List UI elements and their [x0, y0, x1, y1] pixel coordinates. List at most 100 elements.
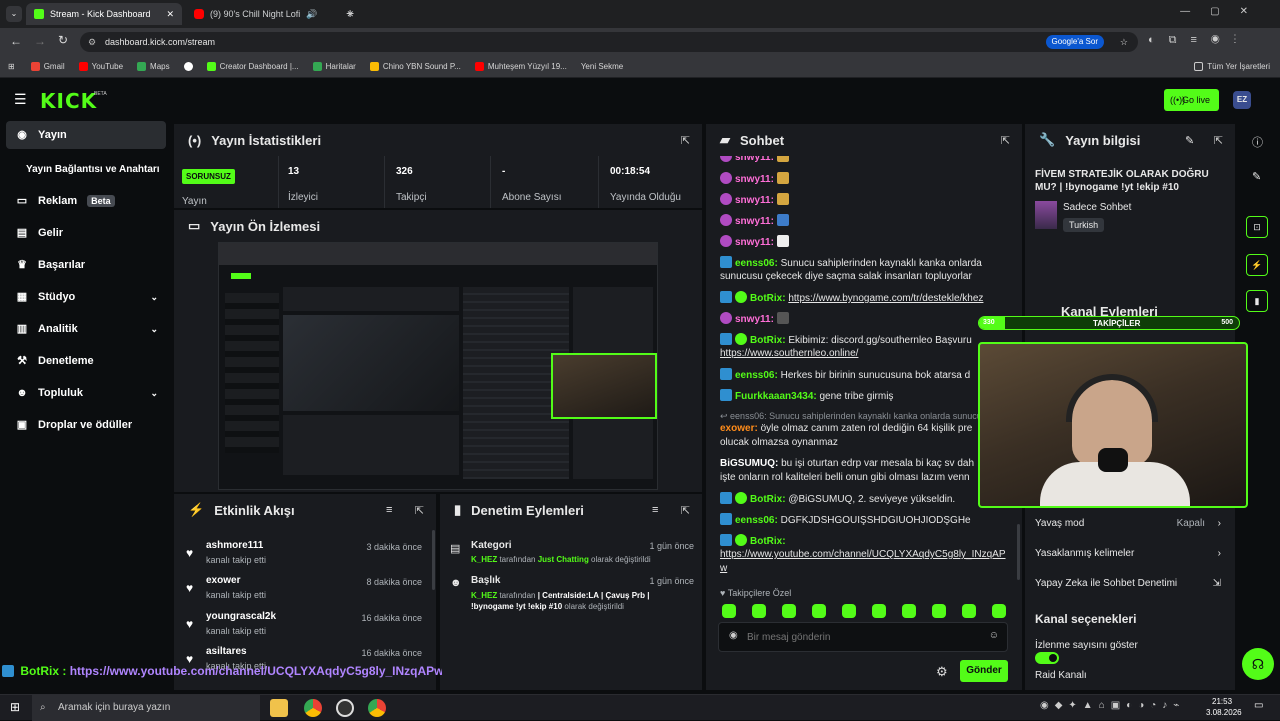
bookmark-maps[interactable]: Maps [137, 62, 170, 71]
back-icon[interactable]: ← [10, 34, 22, 48]
popout-icon[interactable]: ⇱ [1001, 134, 1010, 147]
stream-preview-video[interactable] [218, 242, 658, 490]
chat-link[interactable]: w [720, 563, 727, 574]
star-icon[interactable]: ☆ [1120, 32, 1128, 52]
emote-icon[interactable] [902, 604, 916, 618]
chat-input[interactable] [747, 628, 977, 646]
bookmark-google[interactable] [183, 62, 193, 71]
site-info-icon[interactable]: ⚙ [88, 32, 96, 52]
emote-icon[interactable] [782, 604, 796, 618]
event-user[interactable]: exower [206, 575, 240, 586]
filter-icon[interactable]: ≡ [652, 504, 658, 516]
chat-username[interactable]: snwy11: [735, 216, 774, 227]
url-field[interactable]: ⚙ dashboard.kick.com/stream Google'a Sor… [80, 32, 1138, 52]
setting-row-banned-words[interactable]: Yasaklanmış kelimeler › [1035, 548, 1225, 564]
chat-username[interactable]: eenss06: [735, 258, 778, 269]
avatar[interactable]: EZ [1233, 91, 1251, 109]
notification-icon[interactable]: ▭ [1254, 700, 1263, 711]
lightning-icon[interactable]: ⚡ [1246, 254, 1268, 276]
taskbar-search[interactable]: ⌕ Aramak için buraya yazın [32, 695, 260, 721]
apps-icon[interactable]: ⊞ [8, 62, 15, 71]
new-tab-button[interactable]: + [346, 5, 354, 21]
chat-username[interactable]: eenss06: [735, 370, 778, 381]
bookmark-chino[interactable]: Chino YBN Sound P... [369, 62, 461, 71]
bookmark-creator[interactable]: Creator Dashboard |... [206, 62, 299, 71]
screen-icon[interactable]: ⊡ [1246, 216, 1268, 238]
sidebar-item-reklam[interactable]: ▭ Reklam Beta [6, 187, 166, 215]
speaker-icon[interactable]: 🔊 [306, 9, 317, 20]
sidebar-item-basarilar[interactable]: ♛ Başarılar [6, 251, 166, 279]
mod-user[interactable]: K_HEZ [471, 591, 497, 600]
pencil-icon[interactable]: ✎ [1252, 170, 1261, 183]
show-viewers-toggle[interactable] [1035, 652, 1059, 664]
event-user[interactable]: youngrascal2k [206, 611, 276, 622]
bookmark-muhtesem[interactable]: Muhteşem Yüzyıl 19... [474, 62, 567, 71]
tab-kick-dashboard[interactable]: Stream - Kick Dashboard ✕ [26, 3, 182, 25]
chat-username[interactable]: BotRix: [750, 335, 786, 346]
info-icon[interactable]: ⓘ [1252, 134, 1263, 150]
popout-icon[interactable]: ⇱ [1214, 134, 1223, 147]
sidebar-item-analitik[interactable]: ▥ Analitik ⌄ [6, 315, 166, 343]
chat-link[interactable]: https://www.bynogame.com/tr/destekle/khe… [788, 293, 983, 304]
mod-user[interactable]: K_HEZ [471, 555, 497, 564]
emote-icon[interactable] [932, 604, 946, 618]
sidebar-item-stream-key[interactable]: Yayın Bağlantısı ve Anahtarı [6, 155, 172, 183]
event-user[interactable]: asiltares [206, 646, 247, 657]
emote-icon[interactable] [992, 604, 1006, 618]
chat-scrollbar[interactable] [1017, 524, 1020, 580]
clock-date[interactable]: 3.08.2026 [1206, 708, 1242, 717]
chat-username[interactable]: snwy11: [735, 237, 774, 248]
scrollbar[interactable] [432, 530, 435, 590]
send-button[interactable]: Gönder [960, 660, 1008, 682]
setting-row-show-viewers[interactable]: İzlenme sayısını göster [1035, 640, 1225, 664]
menu-icon[interactable]: ☰ [14, 91, 27, 108]
chat-username[interactable]: snwy11: [735, 195, 774, 206]
bookmark-youtube[interactable]: YouTube [78, 62, 123, 71]
chat-link[interactable]: https://www.southernleo.online/ [720, 348, 858, 359]
sidebar-item-topluluk[interactable]: ☻ Topluluk ⌄ [6, 379, 166, 407]
chat-username[interactable]: exower: [720, 423, 758, 434]
event-user[interactable]: ashmore111 [206, 540, 263, 551]
emote-icon[interactable] [962, 604, 976, 618]
emote-icon[interactable] [722, 604, 736, 618]
setting-row-slow-mode[interactable]: Yavaş mod Kapalı › [1035, 518, 1225, 534]
tray-icons[interactable]: ◉◆✦▲⌂▣◐◑◔♪⌁ [1040, 700, 1185, 711]
chat-username[interactable]: Fuurkkaaan3434: [735, 391, 817, 402]
chat-username[interactable]: snwy11: [735, 174, 774, 185]
chat-link[interactable]: https://www.youtube.com/channel/UCQLYXAq… [720, 549, 1006, 560]
all-bookmarks[interactable]: Tüm Yer İşaretleri [1194, 62, 1270, 71]
popout-icon[interactable]: ⇱ [681, 134, 690, 147]
emoji-icon[interactable]: ☺ [989, 630, 999, 641]
emote-icon[interactable] [872, 604, 886, 618]
bookmark-gmail[interactable]: Gmail [30, 62, 65, 71]
bookmark-haritalar[interactable]: Haritalar [312, 62, 356, 71]
reload-icon[interactable]: ↻ [58, 33, 68, 47]
bookmark-new-tab[interactable]: Yeni Sekme [581, 62, 623, 71]
category-name[interactable]: Sadece Sohbet [1063, 202, 1131, 213]
setting-row-raid[interactable]: Raid Kanalı [1035, 670, 1225, 686]
file-explorer-icon[interactable] [270, 699, 288, 717]
obs-icon[interactable] [336, 699, 354, 717]
popout-icon[interactable]: ⇱ [681, 504, 690, 517]
emote-icon[interactable] [842, 604, 856, 618]
sidebar-item-gelir[interactable]: ▤ Gelir [6, 219, 166, 247]
chrome-icon[interactable] [304, 699, 322, 717]
window-controls[interactable]: —▢✕ [1180, 6, 1268, 17]
chat-username[interactable]: BotRix: [750, 494, 786, 505]
filter-icon[interactable]: ≡ [386, 504, 392, 516]
forward-icon[interactable]: → [34, 34, 46, 48]
emote-icon[interactable] [752, 604, 766, 618]
sidebar-item-droplar[interactable]: ▣ Droplar ve ödüller [6, 411, 166, 439]
chat-username[interactable]: snwy11: [735, 314, 774, 325]
popout-icon[interactable]: ⇱ [415, 504, 424, 517]
sidebar-item-yayin[interactable]: ◉ Yayın [6, 121, 166, 149]
tab-lofi[interactable]: (9) 90's Chill Night Lofi 🔊 ✕ [186, 3, 362, 25]
sidebar-item-denetleme[interactable]: ⚒ Denetleme [6, 347, 166, 375]
close-icon[interactable]: ✕ [166, 9, 174, 20]
windows-start-icon[interactable]: ⊞ [10, 700, 20, 714]
chat-username[interactable]: eenss06: [735, 515, 778, 526]
support-icon[interactable]: ☊ [1242, 648, 1274, 680]
clock-time[interactable]: 21:53 [1212, 697, 1232, 706]
document-icon[interactable]: ▮ [1246, 290, 1268, 312]
chat-username[interactable]: BiGSUMUQ: [720, 458, 778, 469]
